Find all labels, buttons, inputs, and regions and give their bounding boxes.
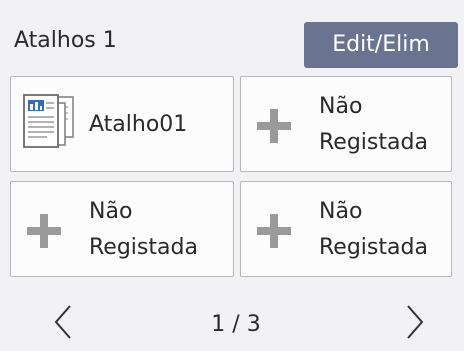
page-title: Atalhos 1 <box>14 28 117 53</box>
shortcut-label-line1: Não <box>319 199 363 224</box>
plus-icon <box>257 214 291 248</box>
shortcut-label-line2: Registada <box>319 235 428 260</box>
shortcut-label-line2: Registada <box>89 235 198 260</box>
shortcut-tile-1[interactable]: Atalho01 <box>10 76 234 172</box>
shortcut-label-line1: Não <box>319 94 363 119</box>
document-shortcut-icon <box>21 91 77 155</box>
shortcut-tile-2[interactable]: Não Registada <box>240 76 452 172</box>
shortcut-tile-4[interactable]: Não Registada <box>240 181 452 277</box>
shortcut-label: Atalho01 <box>89 112 188 137</box>
chevron-left-icon[interactable] <box>44 302 84 342</box>
shortcut-tile-3[interactable]: Não Registada <box>10 181 234 277</box>
chevron-right-icon[interactable] <box>394 302 434 342</box>
edit-delete-button[interactable]: Edit/Elim <box>304 22 458 68</box>
shortcut-label-line1: Não <box>89 199 133 224</box>
plus-icon <box>257 109 291 143</box>
plus-icon <box>27 214 61 248</box>
shortcut-label-line2: Registada <box>319 130 428 155</box>
page-indicator: 1 / 3 <box>211 312 261 337</box>
